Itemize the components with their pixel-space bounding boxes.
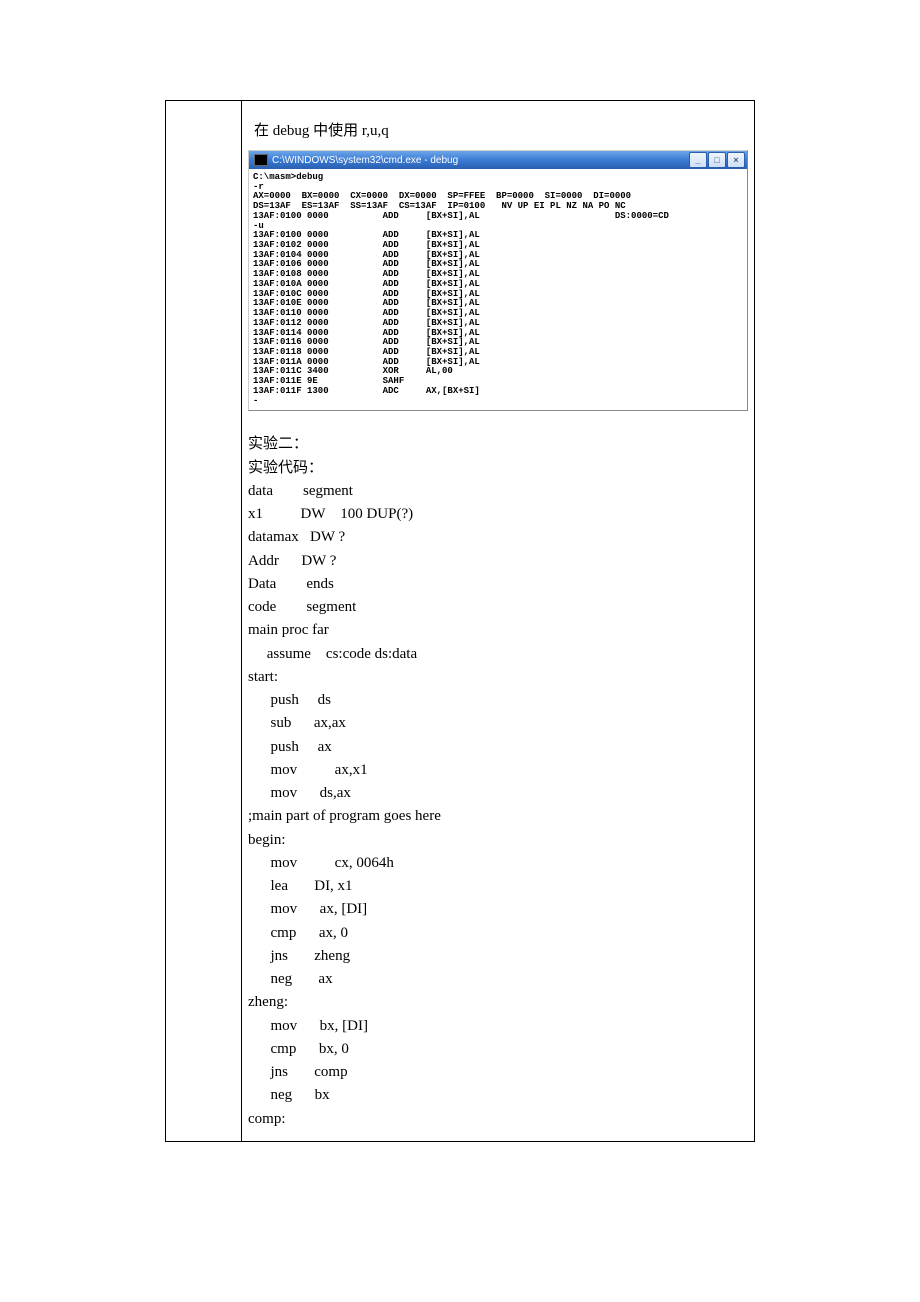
left-margin-column <box>166 101 242 1141</box>
cmd-output: C:\masm>debug -r AX=0000 BX=0000 CX=0000… <box>249 169 747 410</box>
maximize-button[interactable]: □ <box>708 152 726 168</box>
window-buttons: _ □ × <box>689 152 745 168</box>
main-content-column: 在 debug 中使用 r,u,q C:\WINDOWS\system32\cm… <box>242 101 755 1141</box>
cmd-titlebar: C:\WINDOWS\system32\cmd.exe - debug _ □ … <box>249 151 747 169</box>
minimize-button[interactable]: _ <box>689 152 707 168</box>
document-code-text: 实验二： 实验代码： data segment x1 DW 100 DUP(?)… <box>248 433 748 1131</box>
cmd-title-text: C:\WINDOWS\system32\cmd.exe - debug <box>272 155 458 166</box>
cmd-icon <box>254 154 268 166</box>
titlebar-left: C:\WINDOWS\system32\cmd.exe - debug <box>251 154 458 166</box>
close-button[interactable]: × <box>727 152 745 168</box>
intro-text: 在 debug 中使用 r,u,q <box>254 119 748 140</box>
page-frame: 在 debug 中使用 r,u,q C:\WINDOWS\system32\cm… <box>165 100 755 1142</box>
cmd-window: C:\WINDOWS\system32\cmd.exe - debug _ □ … <box>248 150 748 411</box>
